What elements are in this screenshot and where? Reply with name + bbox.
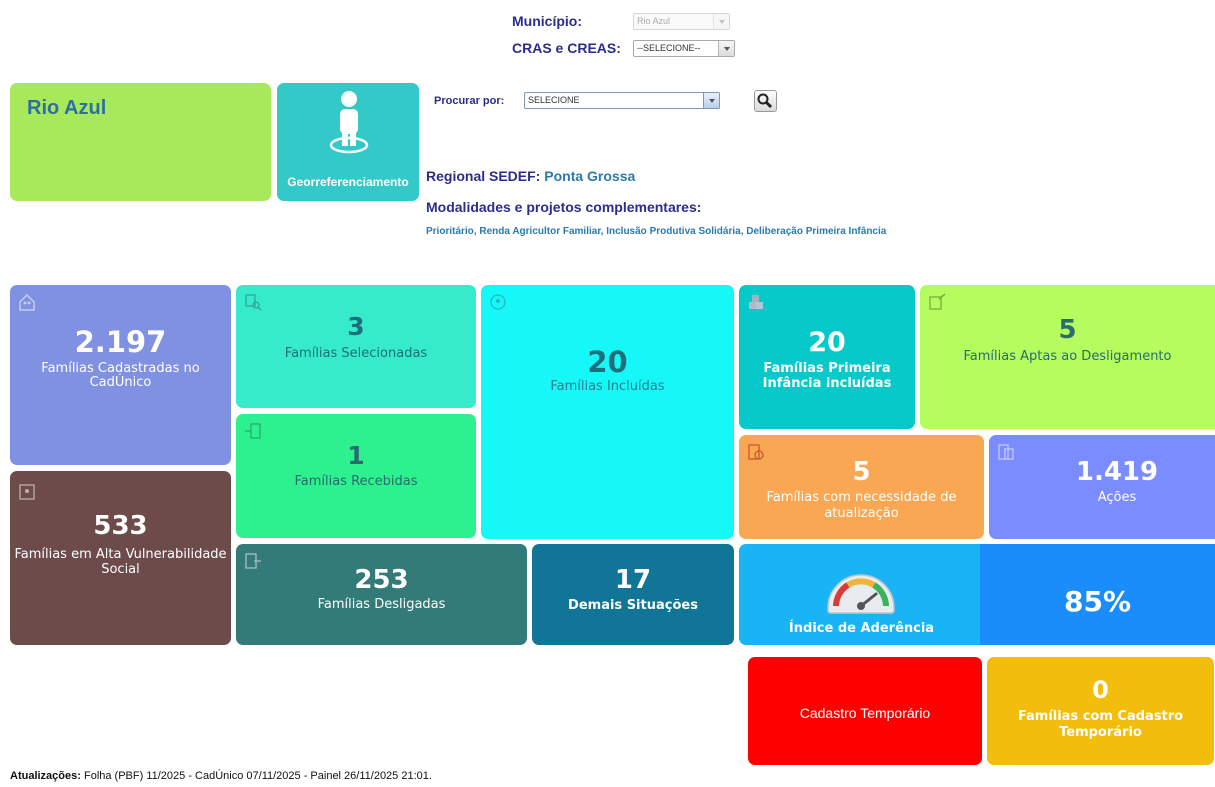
search-select-value: SELECIONE <box>528 95 580 105</box>
tile-necessidade-atualizacao[interactable]: 5 Famílias com necessidade de atualizaçã… <box>739 435 984 539</box>
regional-value: Ponta Grossa <box>544 168 636 184</box>
tile-familias-cadastradas[interactable]: 2.197 Famílias Cadastradas no CadÚnico <box>10 285 231 465</box>
cras-value: --SELECIONE-- <box>637 43 701 53</box>
selecionadas-label: Famílias Selecionadas <box>284 346 428 361</box>
incluidas-value: 20 <box>587 345 628 379</box>
tile-familias-cadastro-temporario[interactable]: 0 Famílias com Cadastro Temporário <box>987 657 1214 765</box>
incluidas-label: Famílias Incluídas <box>550 379 665 394</box>
tile-familias-recebidas[interactable]: 1 Famílias Recebidas <box>236 414 476 538</box>
atualizacao-label: Famílias com necessidade de atualização <box>766 490 957 521</box>
tile-indice-aderencia[interactable]: Índice de Aderência <box>739 544 984 645</box>
search-button[interactable] <box>754 90 777 112</box>
search-family-icon <box>245 294 262 311</box>
recebidas-value: 1 <box>347 441 365 470</box>
familias-temp-label: Famílias com Cadastro Temporário <box>1017 709 1184 740</box>
search-label: Procurar por: <box>434 95 505 107</box>
cadastradas-label: Famílias Cadastradas no CadÚnico <box>41 361 200 390</box>
primeira-infancia-label: Famílias Primeira Infância incluídas <box>762 361 892 391</box>
regional-line: Regional SEDEF: Ponta Grossa <box>426 168 635 184</box>
vulnerabilidade-value: 533 <box>93 511 148 541</box>
demais-value: 17 <box>614 565 652 595</box>
desligadas-value: 253 <box>354 565 409 595</box>
chevron-down-icon <box>713 14 729 29</box>
tile-demais-situacoes[interactable]: 17 Demais Situações <box>532 544 734 645</box>
house-family-icon <box>19 293 35 311</box>
desligadas-label: Famílias Desligadas <box>317 597 446 612</box>
person-location-icon <box>329 91 369 154</box>
acoes-value: 1.419 <box>1075 457 1159 487</box>
city-tile: Rio Azul <box>10 83 271 201</box>
chevron-down-icon <box>703 93 719 108</box>
tile-familias-desligadas[interactable]: 253 Famílias Desligadas <box>236 544 527 645</box>
tile-cadastro-temporario[interactable]: Cadastro Temporário <box>748 657 982 765</box>
cras-select[interactable]: --SELECIONE-- <box>633 40 735 57</box>
aptas-label: Famílias Aptas ao Desligamento <box>963 349 1172 364</box>
footer-text: Folha (PBF) 11/2025 - CadÚnico 07/11/202… <box>83 770 432 782</box>
receive-family-icon <box>245 423 261 439</box>
aderencia-value: 85% <box>1063 585 1132 618</box>
footer-label: Atualizações: <box>10 770 81 782</box>
cras-label: CRAS e CREAS: <box>512 40 621 56</box>
city-name: Rio Azul <box>27 97 107 119</box>
regional-label: Regional SEDEF: <box>426 168 541 184</box>
footer-updates: Atualizações: Folha (PBF) 11/2025 - CadÚ… <box>10 770 432 782</box>
vulnerabilidade-label: Famílias em Alta Vulnerabilidade Social <box>14 547 227 577</box>
atualizacao-value: 5 <box>852 457 871 487</box>
municipio-label: Município: <box>512 13 582 29</box>
demais-label: Demais Situações <box>568 598 698 613</box>
tile-familias-selecionadas[interactable]: 3 Famílias Selecionadas <box>236 285 476 408</box>
family-edit-icon <box>929 293 946 310</box>
acoes-label: Ações <box>1097 490 1137 505</box>
cadastro-temporario-label: Cadastro Temporário <box>799 705 931 721</box>
georreferenciamento-button[interactable]: Georreferenciamento <box>277 83 419 201</box>
tile-aptas-desligamento[interactable]: 5 Famílias Aptas ao Desligamento <box>920 285 1215 429</box>
toy-blocks-icon <box>749 295 763 309</box>
chevron-down-icon <box>718 41 734 56</box>
municipio-select[interactable]: Rio Azul <box>633 13 730 30</box>
familias-temp-value: 0 <box>1092 676 1109 704</box>
recebidas-label: Famílias Recebidas <box>294 474 418 489</box>
family-circle-icon <box>490 294 506 310</box>
family-alert-icon <box>19 484 35 500</box>
aderencia-label: Índice de Aderência <box>788 621 935 636</box>
tile-primeira-infancia[interactable]: 20 Famílias Primeira Infância incluídas <box>739 285 915 429</box>
modalidades-label: Modalidades e projetos complementares: <box>426 199 702 215</box>
primeira-infancia-value: 20 <box>808 327 846 358</box>
gauge-icon <box>827 574 895 614</box>
municipio-value: Rio Azul <box>637 16 671 26</box>
tile-alta-vulnerabilidade[interactable]: 533 Famílias em Alta Vulnerabilidade Soc… <box>10 471 231 645</box>
tile-familias-incluidas[interactable]: 20 Famílias Incluídas <box>481 285 734 539</box>
georreferenciamento-label: Georreferenciamento <box>287 175 409 189</box>
cadastradas-value: 2.197 <box>74 325 167 359</box>
tile-acoes[interactable]: 1.419 Ações <box>989 435 1215 539</box>
search-select[interactable]: SELECIONE <box>524 92 720 109</box>
aptas-value: 5 <box>1058 315 1077 345</box>
tile-aderencia-value: 85% <box>980 544 1215 645</box>
modalidades-value: Prioritário, Renda Agricultor Familiar, … <box>426 226 887 237</box>
selecionadas-value: 3 <box>347 312 365 341</box>
search-icon <box>757 93 773 109</box>
